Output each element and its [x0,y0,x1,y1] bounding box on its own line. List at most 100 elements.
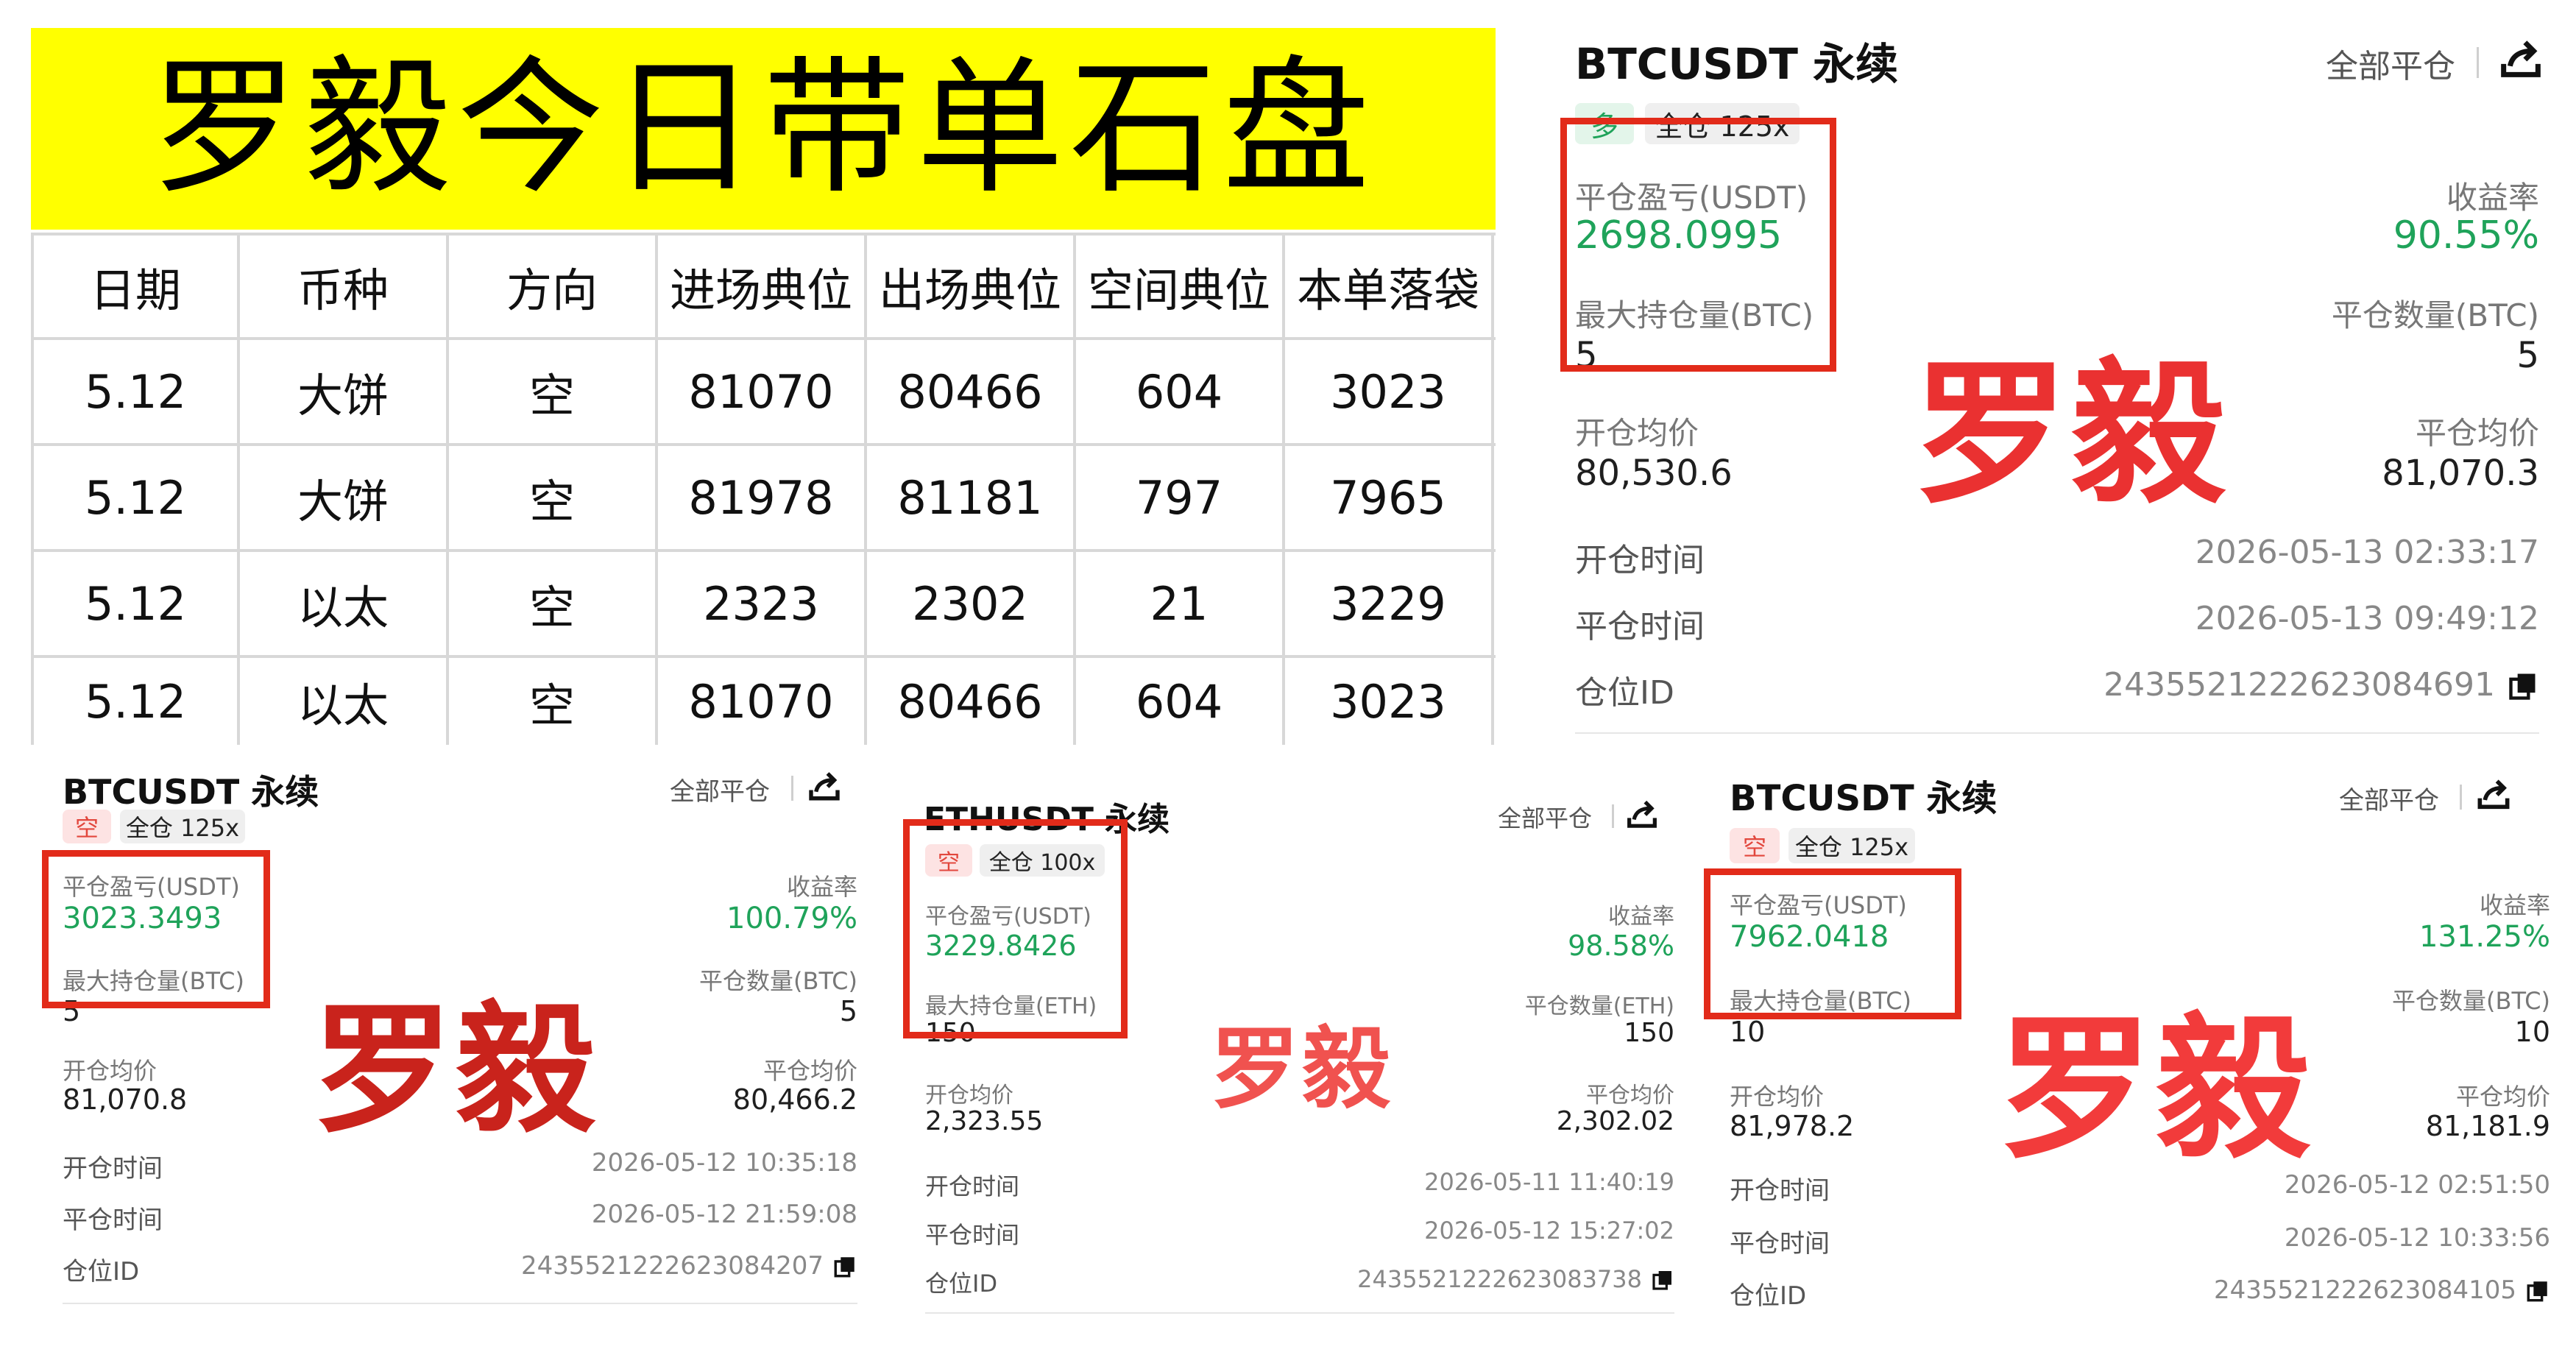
cell-direction: 空 [449,446,658,549]
close-qty-label: 平仓数量(BTC) [699,967,857,995]
header-exit: 出场典位 [867,236,1076,337]
cell-profit: 3023 [1285,658,1494,745]
cell-entry: 81070 [658,658,867,745]
share-icon[interactable] [804,767,844,810]
roi-label: 收益率 [2479,891,2550,919]
card-title: BTCUSDT 永续 [1730,778,1998,819]
trade-table: 日期 币种 方向 进场典位 出场典位 空间典位 本单落袋 5.12 大饼 空 8… [31,233,1496,745]
open-time-value: 2026-05-12 10:35:18 [591,1148,857,1178]
cell-date: 5.12 [31,446,240,549]
roi-value: 98.58% [1568,930,1674,962]
close-avg-value: 81,181.9 [2425,1110,2550,1142]
banner-title: 罗毅今日带单石盘 [150,43,1376,214]
position-id-label: 仓位ID [1730,1281,1807,1311]
close-qty-value: 5 [839,995,857,1027]
copy-icon[interactable] [832,1254,857,1282]
cell-profit: 3023 [1285,340,1494,443]
cell-direction: 空 [449,658,658,745]
close-qty-label: 平仓数量(BTC) [2331,297,2539,333]
close-time-value: 2026-05-12 10:33:56 [2284,1223,2550,1253]
close-avg-label: 平仓均价 [1586,1083,1674,1108]
divider [2460,785,2462,810]
roi-label: 收益率 [786,873,857,901]
cell-entry: 81978 [658,446,867,549]
cell-range: 604 [1076,340,1285,443]
cell-entry: 2323 [658,552,867,655]
position-id-label: 仓位ID [63,1257,140,1286]
table-row: 5.12 以太 空 81070 80466 604 3023 [31,658,1496,745]
copy-icon[interactable] [1651,1268,1674,1295]
side-badge: 空 [63,810,111,843]
close-all-button[interactable]: 全部平仓 [1498,800,1592,834]
position-card-btc-2: BTCUSDT 永续 全部平仓 空 全仓 125x 平仓盈亏(USDT) 796… [1704,758,2558,1347]
roi-value: 100.79% [726,902,857,935]
close-all-button[interactable]: 全部平仓 [2339,780,2439,816]
table-row: 5.12 大饼 空 81978 81181 797 7965 [31,446,1496,552]
close-qty-label: 平仓数量(ETH) [1524,994,1674,1019]
close-time-label: 平仓时间 [925,1221,1020,1249]
header-date: 日期 [31,236,240,337]
copy-icon[interactable] [2525,1278,2550,1306]
cell-date: 5.12 [31,658,240,745]
cell-exit: 2302 [867,552,1076,655]
open-avg-value: 80,530.6 [1575,453,1733,494]
close-time-label: 平仓时间 [1730,1229,1830,1259]
close-avg-value: 2,302.02 [1556,1106,1674,1136]
close-time-value: 2026-05-13 09:49:12 [2195,600,2539,637]
open-avg-value: 81,978.2 [1730,1110,1855,1142]
close-time-value: 2026-05-12 15:27:02 [1424,1217,1674,1245]
position-card-eth: ETHUSDT 永续 全部平仓 空 全仓 100x 平仓盈亏(USDT) 322… [902,784,1674,1343]
cell-exit: 80466 [867,340,1076,443]
position-id-value: 2435521222623084105 [2213,1275,2516,1305]
open-avg-label: 开仓均价 [925,1083,1013,1108]
header-entry: 进场典位 [658,236,867,337]
highlight-box [903,819,1128,1038]
position-card-btc-1: BTCUSDT 永续 全部平仓 空 全仓 125x 平仓盈亏(USDT) 302… [40,758,857,1347]
close-avg-label: 平仓均价 [2415,415,2539,451]
copy-icon[interactable] [2507,670,2539,705]
position-id-label: 仓位ID [925,1270,998,1298]
cell-date: 5.12 [31,552,240,655]
highlight-box [1704,868,1961,1019]
cell-coin: 以太 [240,658,449,745]
cell-exit: 81181 [867,446,1076,549]
close-avg-label: 平仓均价 [2455,1083,2550,1111]
close-avg-value: 80,466.2 [732,1083,857,1116]
share-icon[interactable] [2495,34,2547,88]
open-avg-label: 开仓均价 [1730,1083,1825,1111]
share-icon[interactable] [2473,774,2514,818]
margin-badge: 全仓 125x [1788,828,1915,863]
cell-coin: 大饼 [240,340,449,443]
close-qty-value: 150 [1624,1018,1674,1048]
roi-label: 收益率 [1608,904,1674,930]
position-id-value: 2435521222623083738 [1357,1265,1642,1293]
share-icon[interactable] [1623,796,1661,837]
cell-direction: 空 [449,340,658,443]
open-avg-value: 2,323.55 [925,1106,1044,1136]
table-header-row: 日期 币种 方向 进场典位 出场典位 空间典位 本单落袋 [31,233,1496,340]
highlight-box [42,850,270,1008]
open-time-label: 开仓时间 [1730,1176,1830,1206]
cell-direction: 空 [449,552,658,655]
cell-profit: 7965 [1285,446,1494,549]
position-id-label: 仓位ID [1575,674,1674,712]
open-time-label: 开仓时间 [1575,542,1705,579]
cell-entry: 81070 [658,340,867,443]
margin-badge: 全仓 125x [120,810,245,843]
close-time-label: 平仓时间 [63,1206,163,1235]
header-range: 空间典位 [1076,236,1285,337]
close-all-button[interactable]: 全部平仓 [2326,40,2455,87]
close-all-button[interactable]: 全部平仓 [670,771,770,807]
position-id-value: 2435521222623084691 [2103,666,2495,704]
roi-value: 131.25% [2419,920,2550,954]
close-qty-label: 平仓数量(BTC) [2392,987,2550,1015]
cell-coin: 大饼 [240,446,449,549]
cell-exit: 80466 [867,658,1076,745]
table-row: 5.12 大饼 空 81070 80466 604 3023 [31,340,1496,446]
close-time-value: 2026-05-12 21:59:08 [591,1200,857,1229]
cell-date: 5.12 [31,340,240,443]
roi-value: 90.55% [2393,213,2539,258]
bottom-rule [63,1303,857,1304]
divider [1612,804,1614,828]
header-coin: 币种 [240,236,449,337]
